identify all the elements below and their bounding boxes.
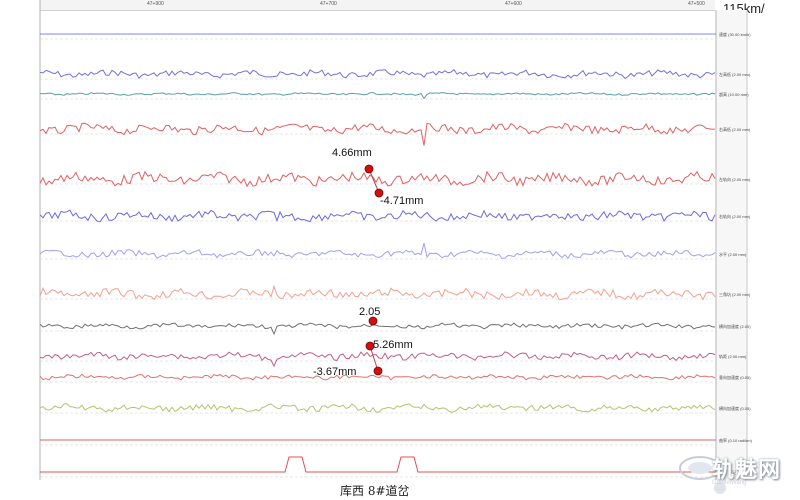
series-legend-label: 左轨向 (2.00 mm) [719, 176, 751, 182]
annotation-label: 5.26mm [373, 339, 413, 351]
series-line [39, 91, 716, 100]
annotation-marker [373, 366, 383, 376]
series-legend-label: 垂向加速度 (0.05) [719, 374, 751, 380]
track-geometry-chart: 速度 (30.00 km/h) 左高低 (2.00 mm) 超高 (10.00 mm… [39, 0, 753, 480]
series-legend-label: 水平 (2.00 mm) [719, 251, 747, 257]
annotation-label: -4.71mm [380, 195, 423, 207]
annotation-label: 2.05 [359, 306, 380, 318]
series-line [40, 456, 716, 473]
logo-subtext: GuiMeiWang [712, 480, 747, 486]
series-line [39, 68, 716, 80]
annotation-label: -3.67mm [313, 366, 356, 378]
series-legend-label: 三角坑 (2.00 mm) [719, 291, 751, 297]
series-legend-label: 横向加速度 (0.05) [719, 405, 751, 411]
annotation-marker [364, 164, 374, 174]
series-legend-label: 横向加速度 (2.00) [719, 323, 751, 329]
series-legend-label: 左高低 (2.00 mm) [719, 71, 751, 77]
chart-caption: 库西 8#道岔 [340, 484, 410, 498]
annotation-marker [368, 316, 378, 326]
series-legend-label: 速度 (30.00 km/h) [719, 31, 751, 37]
series-line [39, 284, 716, 301]
series-legend-label: 曲率 (0.10 rad/km) [719, 437, 753, 443]
annotation-label: 4.66mm [332, 147, 372, 159]
series-line [39, 351, 716, 368]
series-line [39, 403, 716, 413]
series-legend-label: 超高 (10.00 mm) [719, 91, 749, 97]
series-line [39, 242, 716, 260]
series-legend-label: 轨距 (2.00 mm) [719, 353, 747, 359]
series-line [39, 122, 716, 146]
series-legend-label: 右轨向 (2.00 mm) [719, 213, 751, 219]
series-legend-label: 右高低 (2.00 mm) [719, 126, 751, 132]
series-line [39, 322, 716, 336]
series-line [39, 209, 716, 223]
